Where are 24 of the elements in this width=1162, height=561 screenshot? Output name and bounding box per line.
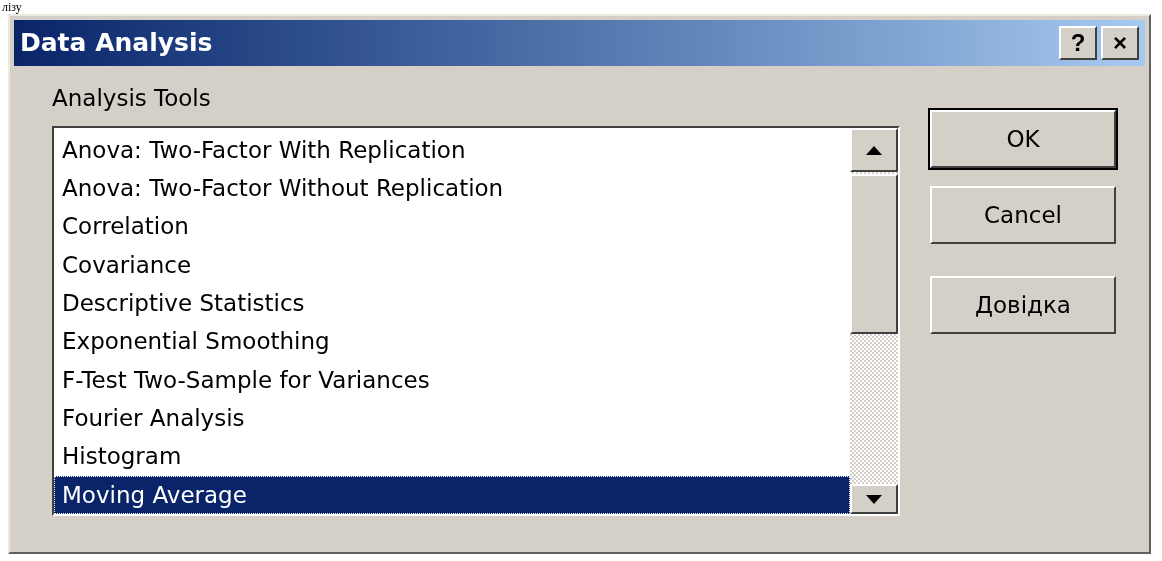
scroll-thumb[interactable] [850, 174, 898, 334]
close-button[interactable]: × [1101, 26, 1139, 60]
list-item[interactable]: Covariance [54, 245, 850, 285]
dialog-button[interactable]: Довідка [930, 276, 1116, 334]
scrollbar[interactable] [850, 128, 898, 514]
list-item[interactable]: Anova: Two-Factor With Replication [54, 131, 850, 170]
list-item[interactable]: Histogram [54, 437, 850, 476]
scroll-up-button[interactable] [850, 128, 898, 172]
list-item[interactable]: Moving Average [54, 475, 850, 514]
up-arrow-icon [866, 145, 882, 155]
dialog-button[interactable]: OK [930, 110, 1116, 168]
list-item[interactable]: Correlation [54, 207, 850, 246]
down-arrow-icon [866, 494, 882, 504]
list-item[interactable]: Fourier Analysis [54, 399, 850, 438]
list-item[interactable]: Descriptive Statistics [54, 284, 850, 323]
list-item[interactable]: Anova: Two-Factor Without Replication [54, 169, 850, 208]
list-item[interactable]: F-Test Two-Sample for Variances [54, 360, 850, 400]
help-button[interactable]: ? [1059, 26, 1097, 60]
list-item[interactable]: Exponential Smoothing [54, 322, 850, 361]
window-title: Data Analysis [20, 27, 213, 60]
list-label: Analysis Tools [52, 84, 212, 112]
dialog-button[interactable]: Cancel [930, 186, 1116, 244]
page-text: лізу [2, 0, 23, 14]
scroll-down-button[interactable] [850, 484, 898, 514]
